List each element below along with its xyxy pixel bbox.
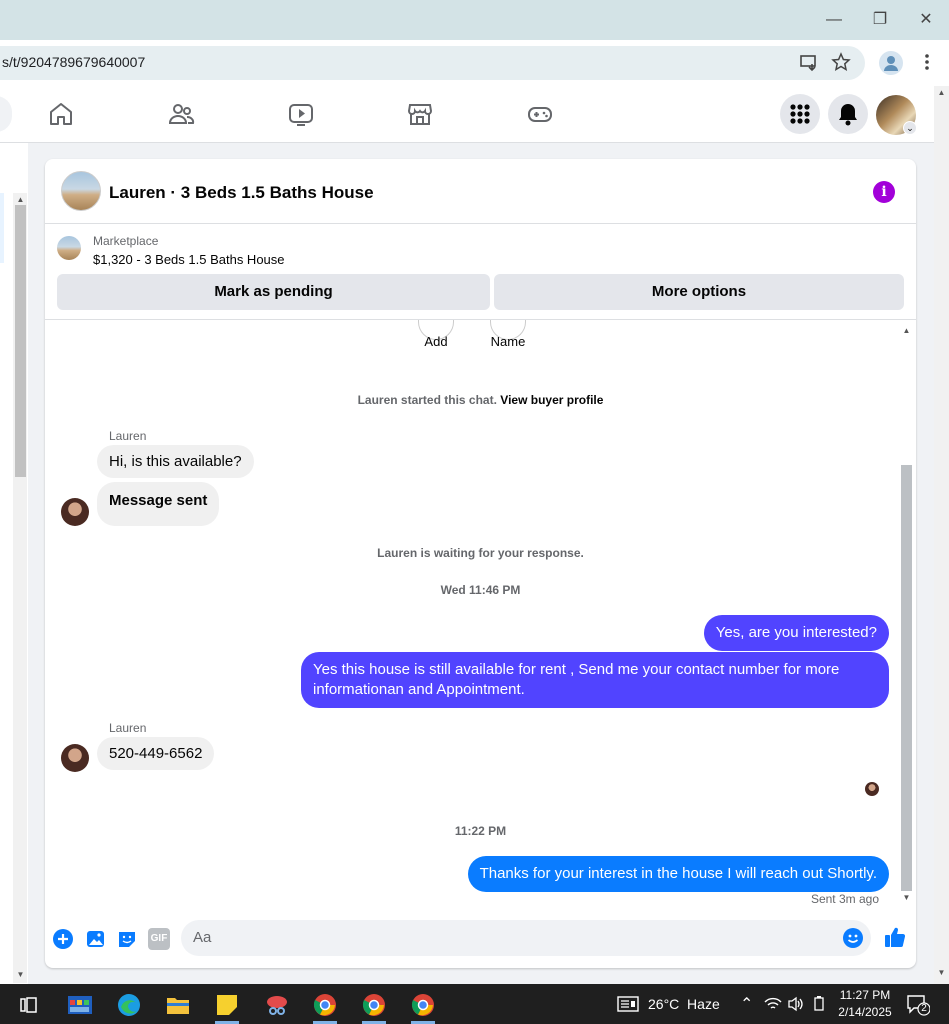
read-receipt-avatar — [865, 782, 879, 796]
restore-icon[interactable]: ❐ — [866, 8, 894, 32]
incoming-message[interactable]: 520-449-6562 — [97, 737, 215, 770]
sender-name: Lauren — [109, 429, 147, 443]
bookmark-star-icon[interactable] — [830, 52, 852, 74]
chevron-up-icon[interactable]: ⌃ — [740, 994, 753, 1014]
timestamp: 11:22 PM — [454, 824, 507, 838]
app-icon[interactable] — [67, 992, 93, 1018]
weather-text[interactable]: 26°C Haze — [648, 996, 720, 1012]
chrome-icon[interactable] — [312, 992, 338, 1018]
wifi-icon[interactable] — [764, 996, 782, 1017]
scroll-down-arrow-icon[interactable]: ▼ — [934, 968, 949, 980]
search-box[interactable] — [0, 96, 12, 132]
friends-icon[interactable] — [167, 100, 195, 128]
message-composer: GIF Aa — [45, 914, 916, 964]
outgoing-message[interactable]: Yes this house is still available for re… — [301, 652, 889, 708]
url-text[interactable]: s/t/9204789679640007 — [2, 54, 145, 70]
selected-conversation-indicator — [0, 193, 4, 263]
lauren-avatar[interactable] — [61, 498, 89, 526]
marketplace-label: Marketplace — [93, 234, 159, 248]
gaming-icon[interactable] — [526, 100, 554, 128]
home-icon[interactable] — [47, 100, 75, 128]
address-bar-row: s/t/9204789679640007 — [0, 40, 949, 86]
thumbs-up-icon[interactable] — [883, 925, 906, 947]
watch-video-icon[interactable] — [287, 100, 315, 128]
browser-title-bar: — ❐ ✕ — [0, 0, 949, 40]
lauren-avatar[interactable] — [61, 744, 89, 772]
left-panel-scroll-thumb[interactable] — [15, 205, 26, 477]
marketplace-icon[interactable] — [406, 100, 434, 128]
timestamp: Wed 11:46 PM — [440, 583, 521, 597]
browser-menu-icon[interactable] — [916, 52, 938, 74]
sticky-notes-icon[interactable] — [214, 992, 240, 1018]
scroll-up-arrow-icon[interactable]: ▲ — [900, 326, 913, 335]
message-scroll-thumb[interactable] — [901, 465, 912, 891]
install-app-icon[interactable] — [798, 52, 820, 74]
sender-name: Lauren — [109, 721, 147, 735]
add-action-label[interactable]: Add — [411, 334, 461, 349]
mark-as-pending-button[interactable]: Mark as pending — [57, 274, 490, 310]
chat-title[interactable]: Lauren · 3 Beds 1.5 Baths House — [109, 183, 374, 203]
incoming-message[interactable]: Message sent — [97, 482, 220, 526]
window-scrollbar[interactable] — [934, 86, 949, 984]
minimize-icon[interactable]: — — [820, 8, 848, 32]
menu-grid-button[interactable] — [780, 94, 820, 134]
close-window-icon[interactable]: ✕ — [912, 8, 940, 32]
task-view-icon[interactable] — [16, 992, 42, 1018]
view-buyer-profile-link[interactable]: View buyer profile — [500, 393, 603, 407]
gif-icon[interactable]: GIF — [148, 928, 170, 950]
message-input-placeholder[interactable]: Aa — [193, 929, 211, 946]
volume-icon[interactable] — [787, 996, 805, 1017]
notifications-bell-button[interactable] — [828, 94, 868, 134]
address-bar[interactable]: s/t/9204789679640007 — [0, 46, 865, 80]
browser-profile-icon[interactable] — [879, 51, 903, 75]
photo-icon[interactable] — [85, 928, 107, 950]
emoji-icon[interactable] — [843, 928, 863, 948]
name-action-label[interactable]: Name — [483, 334, 533, 349]
windows-taskbar: 26°C Haze ⌃ 11:27 PM 2/14/2025 2 — [0, 984, 949, 1024]
chat-window: Lauren · 3 Beds 1.5 Baths House i Market… — [45, 159, 916, 968]
scroll-down-arrow-icon[interactable]: ▼ — [900, 893, 913, 902]
plus-icon[interactable] — [52, 928, 74, 950]
chrome-profile-icon[interactable] — [410, 992, 436, 1018]
scroll-down-arrow-icon[interactable]: ▼ — [14, 970, 27, 979]
waiting-notice: Lauren is waiting for your response. — [377, 546, 584, 560]
battery-icon[interactable] — [812, 996, 826, 1017]
chrome-profile-icon[interactable] — [361, 992, 387, 1018]
weather-icon[interactable] — [617, 995, 639, 1018]
file-explorer-icon[interactable] — [165, 992, 191, 1018]
facebook-top-nav: ⌄ — [0, 86, 934, 143]
clock-time[interactable]: 11:27 PM — [838, 988, 892, 1002]
scroll-up-arrow-icon[interactable]: ▲ — [934, 88, 949, 100]
outgoing-message[interactable]: Thanks for your interest in the house I … — [467, 856, 889, 892]
message-list: Add Name Lauren started this chat. View … — [45, 320, 916, 910]
outgoing-message[interactable]: Yes, are you interested? — [703, 615, 889, 651]
listing-small-thumbnail[interactable] — [57, 236, 81, 260]
edge-browser-icon[interactable] — [116, 992, 142, 1018]
incoming-message[interactable]: Hi, is this available? — [97, 445, 254, 478]
more-options-button[interactable]: More options — [494, 274, 904, 310]
clock-date[interactable]: 2/14/2025 — [835, 1005, 895, 1019]
notification-count: 2 — [921, 1003, 927, 1014]
sent-status: Sent 3m ago — [810, 892, 879, 906]
listing-price-title[interactable]: $1,320 - 3 Beds 1.5 Baths House — [93, 252, 285, 267]
sticker-icon[interactable] — [116, 928, 138, 950]
info-icon[interactable]: i — [873, 181, 895, 203]
chat-started-text: Lauren started this chat. — [357, 393, 497, 407]
chevron-down-icon[interactable]: ⌄ — [903, 121, 917, 135]
message-input[interactable]: Aa — [181, 920, 871, 956]
chat-started-notice: Lauren started this chat. View buyer pro… — [45, 393, 916, 407]
scroll-up-arrow-icon[interactable]: ▲ — [14, 195, 27, 204]
chat-header: Lauren · 3 Beds 1.5 Baths House i — [45, 159, 916, 224]
snipping-tool-icon[interactable] — [264, 992, 290, 1018]
listing-thumbnail[interactable] — [61, 171, 101, 211]
